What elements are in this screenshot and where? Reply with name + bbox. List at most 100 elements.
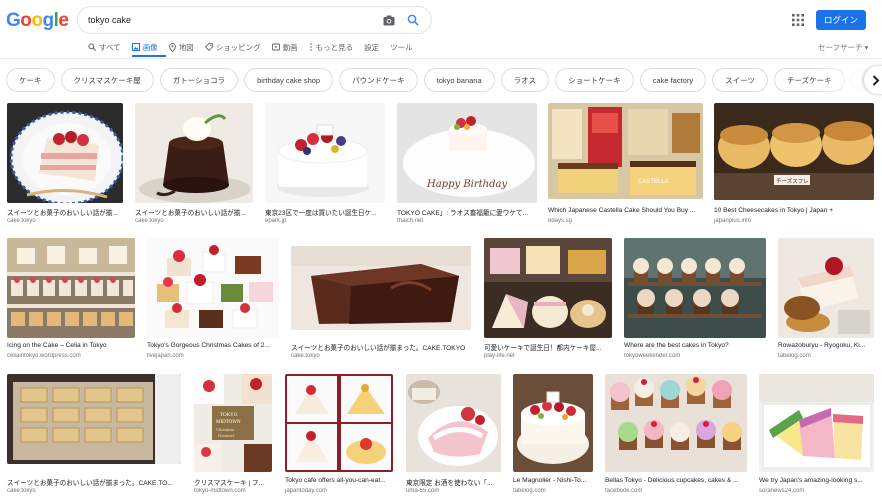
result-thumbnail[interactable] — [7, 374, 181, 464]
camera-icon[interactable] — [381, 12, 397, 28]
chip[interactable]: スイーツ — [712, 68, 768, 92]
result-source[interactable]: tabelog.com — [778, 353, 874, 359]
result-source[interactable]: cake.tokyo — [7, 488, 181, 494]
result-thumbnail[interactable] — [147, 238, 279, 338]
tab-shopping[interactable]: ショッピング — [204, 42, 261, 53]
chip[interactable]: クリスマスケーキ屋 — [60, 68, 154, 92]
result-source[interactable]: tokyo-midtown.com — [194, 488, 272, 494]
result-caption[interactable]: Icing on the Cake – Celia in Tokyo — [7, 342, 135, 349]
result-thumbnail[interactable]: CASTELLA — [548, 103, 703, 199]
result-source[interactable]: celiaintokyo.wordpress.com — [7, 353, 135, 359]
tab-all[interactable]: すべて — [88, 42, 121, 53]
image-result[interactable]: チーズスフレ 10 Best Cheesecakes in Tokyo | Ja… — [714, 103, 874, 227]
image-result[interactable]: スイーツとお菓子のおいしい話が揃まった。CAKE.TO... cake.toky… — [7, 374, 181, 498]
result-source[interactable]: 8days.sg — [548, 218, 703, 224]
result-caption[interactable]: Tokyo's Gorgeous Christmas Cakes of 2... — [147, 342, 279, 349]
chip[interactable]: ガトーショコラ — [159, 68, 239, 92]
result-thumbnail[interactable] — [759, 374, 874, 472]
image-result[interactable]: Rowazoburyu - Ryogoku, Ki... tabelog.com — [778, 238, 874, 362]
result-thumbnail[interactable] — [285, 374, 393, 472]
tab-videos[interactable]: 動画 — [271, 42, 298, 53]
result-source[interactable]: tokyoweekender.com — [624, 353, 766, 359]
result-source[interactable]: uma-55.com — [406, 488, 501, 494]
image-result[interactable]: CASTELLA Which Japanese Castella Cake Sh… — [548, 103, 703, 227]
result-thumbnail[interactable] — [513, 374, 593, 472]
result-source[interactable]: livejapan.com — [147, 353, 279, 359]
result-caption[interactable]: 可愛いケーキで誕生日！都内ケーキ屋... — [484, 342, 612, 352]
result-caption[interactable]: スイーツとお菓子のおいしい話が揃... — [7, 207, 123, 217]
chip[interactable]: ショートケーキ — [555, 68, 634, 92]
image-result[interactable]: Tokyo cafe offers all-you-can-eat... jap… — [285, 374, 393, 498]
result-source[interactable]: cake.tokyo — [135, 218, 253, 224]
tab-more[interactable]: もっと見る — [309, 42, 353, 53]
result-caption[interactable]: Rowazoburyu - Ryogoku, Ki... — [778, 342, 874, 349]
apps-grid-icon[interactable] — [792, 13, 804, 26]
result-thumbnail[interactable] — [624, 238, 766, 338]
result-source[interactable]: cake.tokyo — [7, 218, 123, 224]
chip[interactable]: パウンドケーキ — [339, 68, 418, 92]
image-result[interactable]: 東京23区で一度は買いたい誕生日ケ... epark.jp — [265, 103, 385, 227]
search-input[interactable]: tokyo cake — [88, 15, 373, 25]
search-box[interactable]: tokyo cake — [77, 6, 432, 34]
result-caption[interactable]: Which Japanese Castella Cake Should You … — [548, 207, 703, 214]
result-source[interactable]: japanplus.info — [714, 218, 874, 224]
result-caption[interactable]: 東京23区で一度は買いたい誕生日ケ... — [265, 207, 385, 217]
image-result[interactable]: 東京限定 お酒を使わない「... uma-55.com — [406, 374, 501, 498]
chip[interactable]: birthday cake shop — [244, 68, 334, 92]
result-thumbnail[interactable]: Happy Birthday — [397, 103, 537, 203]
result-caption[interactable]: Bellas Tokyo - Delicious cupcakes, cakes… — [605, 477, 747, 484]
result-thumbnail[interactable] — [778, 238, 874, 338]
result-caption[interactable]: We try Japan's amazing-looking s... — [759, 477, 874, 484]
result-source[interactable]: facebook.com — [605, 488, 747, 494]
login-button[interactable]: ログイン — [816, 10, 866, 30]
result-caption[interactable]: スイーツとお菓子のおいしい話が揃... — [135, 207, 253, 217]
result-thumbnail[interactable] — [484, 238, 612, 338]
chip[interactable]: ケーキ — [6, 68, 55, 92]
chip[interactable]: cake factory — [639, 68, 707, 92]
result-thumbnail[interactable] — [265, 103, 385, 203]
result-caption[interactable]: Where are the best cakes in Tokyo? — [624, 342, 766, 349]
result-caption[interactable]: クリスマスケーキ | フ... — [194, 477, 272, 487]
chip[interactable]: ラオス — [500, 68, 550, 92]
result-caption[interactable]: 東京限定 お酒を使わない「... — [406, 477, 501, 487]
chip[interactable]: tokyo banana — [423, 68, 495, 92]
image-result[interactable]: Where are the best cakes in Tokyo? tokyo… — [624, 238, 766, 362]
result-caption[interactable]: Le Magnolier - Nishi-To... — [513, 477, 593, 484]
result-caption[interactable]: 10 Best Cheesecakes in Tokyo | Japan + — [714, 207, 874, 214]
result-source[interactable]: cake.tokyo — [291, 353, 471, 359]
result-caption[interactable]: Tokyo cafe offers all-you-can-eat... — [285, 477, 393, 484]
image-result[interactable]: Bellas Tokyo - Delicious cupcakes, cakes… — [605, 374, 747, 498]
image-result[interactable]: スイーツとお菓子のおいしい話が揃... cake.tokyo — [135, 103, 253, 227]
tab-images[interactable]: 画像 — [131, 42, 158, 53]
result-source[interactable]: play-life.net — [484, 353, 612, 359]
result-source[interactable]: thaich.net — [397, 218, 537, 224]
image-result[interactable]: Tokyo's Gorgeous Christmas Cakes of 2...… — [147, 238, 279, 362]
result-thumbnail[interactable] — [291, 246, 471, 330]
image-result[interactable]: スイーツとお菓子のおいしい話が揃まった。CAKE.TOKYO cake.toky… — [291, 246, 471, 362]
result-source[interactable]: tabelog.com — [513, 488, 593, 494]
result-source[interactable]: epark.jp — [265, 218, 385, 224]
result-caption[interactable]: スイーツとお菓子のおいしい話が揃まった。CAKE.TO... — [7, 477, 181, 487]
tab-settings[interactable]: 設定 — [364, 42, 379, 53]
result-thumbnail[interactable]: チーズスフレ — [714, 103, 874, 200]
image-result[interactable]: Icing on the Cake – Celia in Tokyo celia… — [7, 238, 135, 362]
result-caption[interactable]: TOKYO CAKE」: ラオス畜福籠に愛ウケて... — [397, 207, 537, 217]
image-result[interactable]: 可愛いケーキで誕生日！都内ケーキ屋... play-life.net — [484, 238, 612, 362]
image-result[interactable]: TOKYO MIDTOWN Christmas Gourmet クリスマスケーキ… — [194, 374, 272, 498]
result-source[interactable]: japantoday.com — [285, 488, 393, 494]
result-thumbnail[interactable] — [605, 374, 747, 472]
tab-tools[interactable]: ツール — [390, 42, 413, 53]
result-source[interactable]: soranews24.com — [759, 488, 874, 494]
search-icon[interactable] — [405, 12, 421, 28]
result-thumbnail[interactable] — [135, 103, 253, 203]
image-result[interactable]: Le Magnolier - Nishi-To... tabelog.com — [513, 374, 593, 498]
image-result[interactable]: スイーツとお菓子のおいしい話が揃... cake.tokyo — [7, 103, 123, 227]
image-result[interactable]: We try Japan's amazing-looking s... sora… — [759, 374, 874, 498]
result-thumbnail[interactable] — [406, 374, 501, 472]
result-thumbnail[interactable] — [7, 238, 135, 338]
safe-search-menu[interactable]: セーフサーチ ▾ — [818, 42, 868, 53]
result-caption[interactable]: スイーツとお菓子のおいしい話が揃まった。CAKE.TOKYO — [291, 342, 471, 352]
result-thumbnail[interactable]: TOKYO MIDTOWN Christmas Gourmet — [194, 374, 272, 472]
google-logo[interactable]: Google — [6, 8, 69, 32]
tab-maps[interactable]: 地図 — [168, 42, 194, 53]
